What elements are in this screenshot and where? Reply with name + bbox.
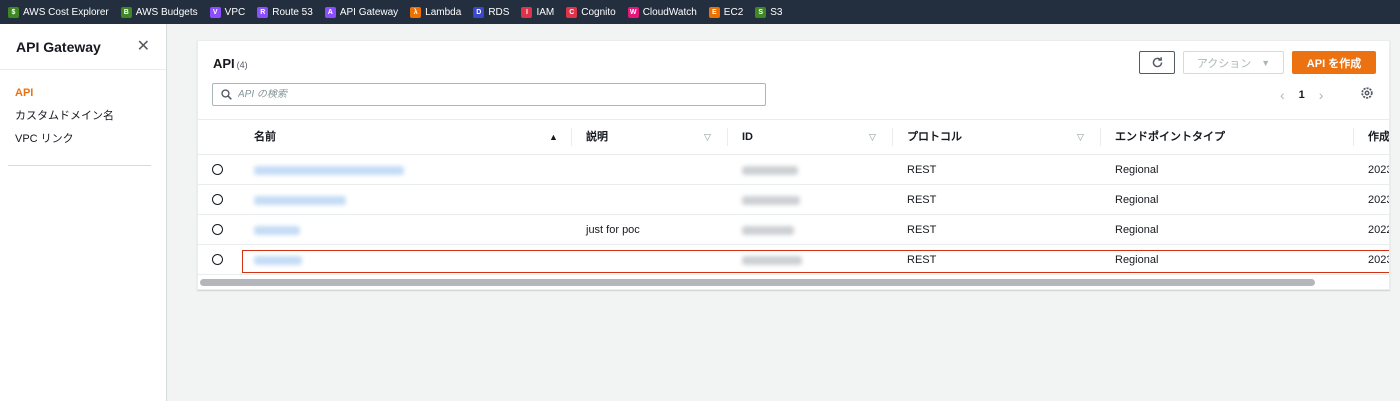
column-header-endpoint-type[interactable]: エンドポイントタイプ: [1115, 120, 1225, 154]
cell-created: 2023: [1368, 254, 1389, 266]
sidebar-title: API Gateway: [16, 38, 101, 55]
favorite-iam[interactable]: I IAM: [521, 6, 554, 18]
api-id-redacted: [742, 226, 794, 235]
chevron-left-icon[interactable]: ‹: [1280, 87, 1285, 103]
column-header-protocol[interactable]: プロトコル: [907, 120, 962, 154]
create-api-button[interactable]: API を作成: [1292, 51, 1376, 74]
api-id-redacted: [742, 166, 798, 175]
api-name-link-redacted[interactable]: [254, 256, 302, 265]
cloudwatch-icon: W: [627, 6, 639, 18]
search-icon: [221, 89, 232, 100]
sidebar-header: API Gateway ✕: [0, 24, 166, 70]
sort-icon[interactable]: ▽: [704, 120, 711, 154]
favorite-lambda[interactable]: λ Lambda: [410, 6, 461, 18]
api-id-redacted: [742, 256, 802, 265]
favorite-cloudwatch[interactable]: W CloudWatch: [627, 6, 697, 18]
column-divider: [1353, 128, 1354, 146]
sidebar-item-custom-domain-names[interactable]: カスタムドメイン名: [0, 105, 166, 128]
ec2-icon: E: [708, 6, 720, 18]
panel-title: API (4): [213, 56, 248, 71]
cell-endpoint-type: Regional: [1115, 254, 1159, 266]
cell-created: 2023: [1368, 194, 1389, 206]
close-icon[interactable]: ✕: [137, 38, 150, 55]
sidebar-item-vpc-links[interactable]: VPC リンク: [0, 128, 166, 151]
column-header-description[interactable]: 説明: [586, 120, 608, 154]
column-divider: [727, 128, 728, 146]
refresh-icon: [1152, 57, 1162, 68]
api-gateway-icon: A: [324, 6, 336, 18]
s3-icon: S: [755, 6, 767, 18]
favorite-ec2[interactable]: E EC2: [708, 6, 743, 18]
favorite-budgets[interactable]: B AWS Budgets: [120, 6, 198, 18]
favorite-cognito[interactable]: C Cognito: [566, 6, 616, 18]
favorite-vpc[interactable]: V VPC: [209, 6, 245, 18]
vpc-icon: V: [209, 6, 221, 18]
table-row[interactable]: REST Regional 2023: [198, 155, 1389, 185]
cell-endpoint-type: Regional: [1115, 194, 1159, 206]
column-divider: [571, 128, 572, 146]
api-name-link-redacted[interactable]: [254, 166, 404, 175]
table-header: 名前 ▲ 説明 ▽ ID ▽ プロトコル ▽ エンドポイントタイプ 作成: [198, 119, 1389, 155]
row-select-radio[interactable]: [212, 224, 223, 235]
search-box: [212, 83, 766, 106]
cell-endpoint-type: Regional: [1115, 164, 1159, 176]
favorite-cost-explorer[interactable]: $ AWS Cost Explorer: [8, 6, 109, 18]
row-select-radio[interactable]: [212, 194, 223, 205]
cell-protocol: REST: [907, 194, 937, 206]
sort-icon[interactable]: ▽: [1077, 120, 1084, 154]
favorites-bar: $ AWS Cost Explorer B AWS Budgets V VPC R Ro…: [0, 0, 1400, 24]
sidebar: API Gateway ✕ API カスタムドメイン名 VPC リンク: [0, 24, 167, 401]
settings-gear-icon[interactable]: [1360, 86, 1374, 103]
cell-created: 2023: [1368, 164, 1389, 176]
column-header-id[interactable]: ID: [742, 120, 753, 154]
cell-protocol: REST: [907, 254, 937, 266]
api-name-link-redacted[interactable]: [254, 226, 300, 235]
refresh-button[interactable]: [1139, 51, 1175, 74]
budgets-icon: B: [120, 6, 132, 18]
cost-explorer-icon: $: [8, 6, 19, 18]
iam-icon: I: [521, 6, 533, 18]
column-header-name[interactable]: 名前: [254, 120, 276, 154]
sidebar-nav: API カスタムドメイン名 VPC リンク: [0, 70, 166, 151]
favorite-api-gateway[interactable]: A API Gateway: [324, 6, 398, 18]
cell-description: just for poc: [586, 224, 640, 236]
api-table-panel: API(4) アクション▼ API を作成 ‹ 1 › 名前 ▲ 説明 ▽ ID…: [197, 40, 1390, 290]
api-name-link-redacted[interactable]: [254, 196, 346, 205]
favorite-s3[interactable]: S S3: [755, 6, 782, 18]
lambda-icon: λ: [410, 6, 422, 18]
column-header-created[interactable]: 作成: [1368, 120, 1389, 154]
actions-button[interactable]: アクション ▼: [1183, 51, 1284, 74]
rds-icon: D: [473, 6, 485, 18]
search-input[interactable]: [238, 89, 738, 100]
row-select-radio[interactable]: [212, 254, 223, 265]
api-count: (4): [236, 60, 248, 70]
table-row[interactable]: REST Regional 2023: [198, 185, 1389, 215]
pagination: ‹ 1 ›: [1280, 87, 1323, 103]
table-row[interactable]: REST Regional 2023: [198, 245, 1389, 275]
favorite-route53[interactable]: R Route 53: [257, 6, 313, 18]
sidebar-item-api[interactable]: API: [0, 82, 166, 105]
column-divider: [892, 128, 893, 146]
api-id-redacted: [742, 196, 800, 205]
route53-icon: R: [257, 6, 269, 18]
cell-protocol: REST: [907, 164, 937, 176]
column-divider: [1100, 128, 1101, 146]
sidebar-divider: [8, 165, 151, 166]
cell-protocol: REST: [907, 224, 937, 236]
chevron-right-icon[interactable]: ›: [1319, 87, 1324, 103]
favorite-rds[interactable]: D RDS: [473, 6, 509, 18]
row-select-radio[interactable]: [212, 164, 223, 175]
sort-icon[interactable]: ▽: [869, 120, 876, 154]
sort-ascending-icon[interactable]: ▲: [549, 120, 558, 154]
horizontal-scrollbar[interactable]: [200, 279, 1315, 286]
cognito-icon: C: [566, 6, 578, 18]
cell-endpoint-type: Regional: [1115, 224, 1159, 236]
caret-down-icon: ▼: [1261, 57, 1271, 68]
table-row[interactable]: just for poc REST Regional 2022: [198, 215, 1389, 245]
page-number[interactable]: 1: [1299, 89, 1305, 101]
cell-created: 2022: [1368, 224, 1389, 236]
